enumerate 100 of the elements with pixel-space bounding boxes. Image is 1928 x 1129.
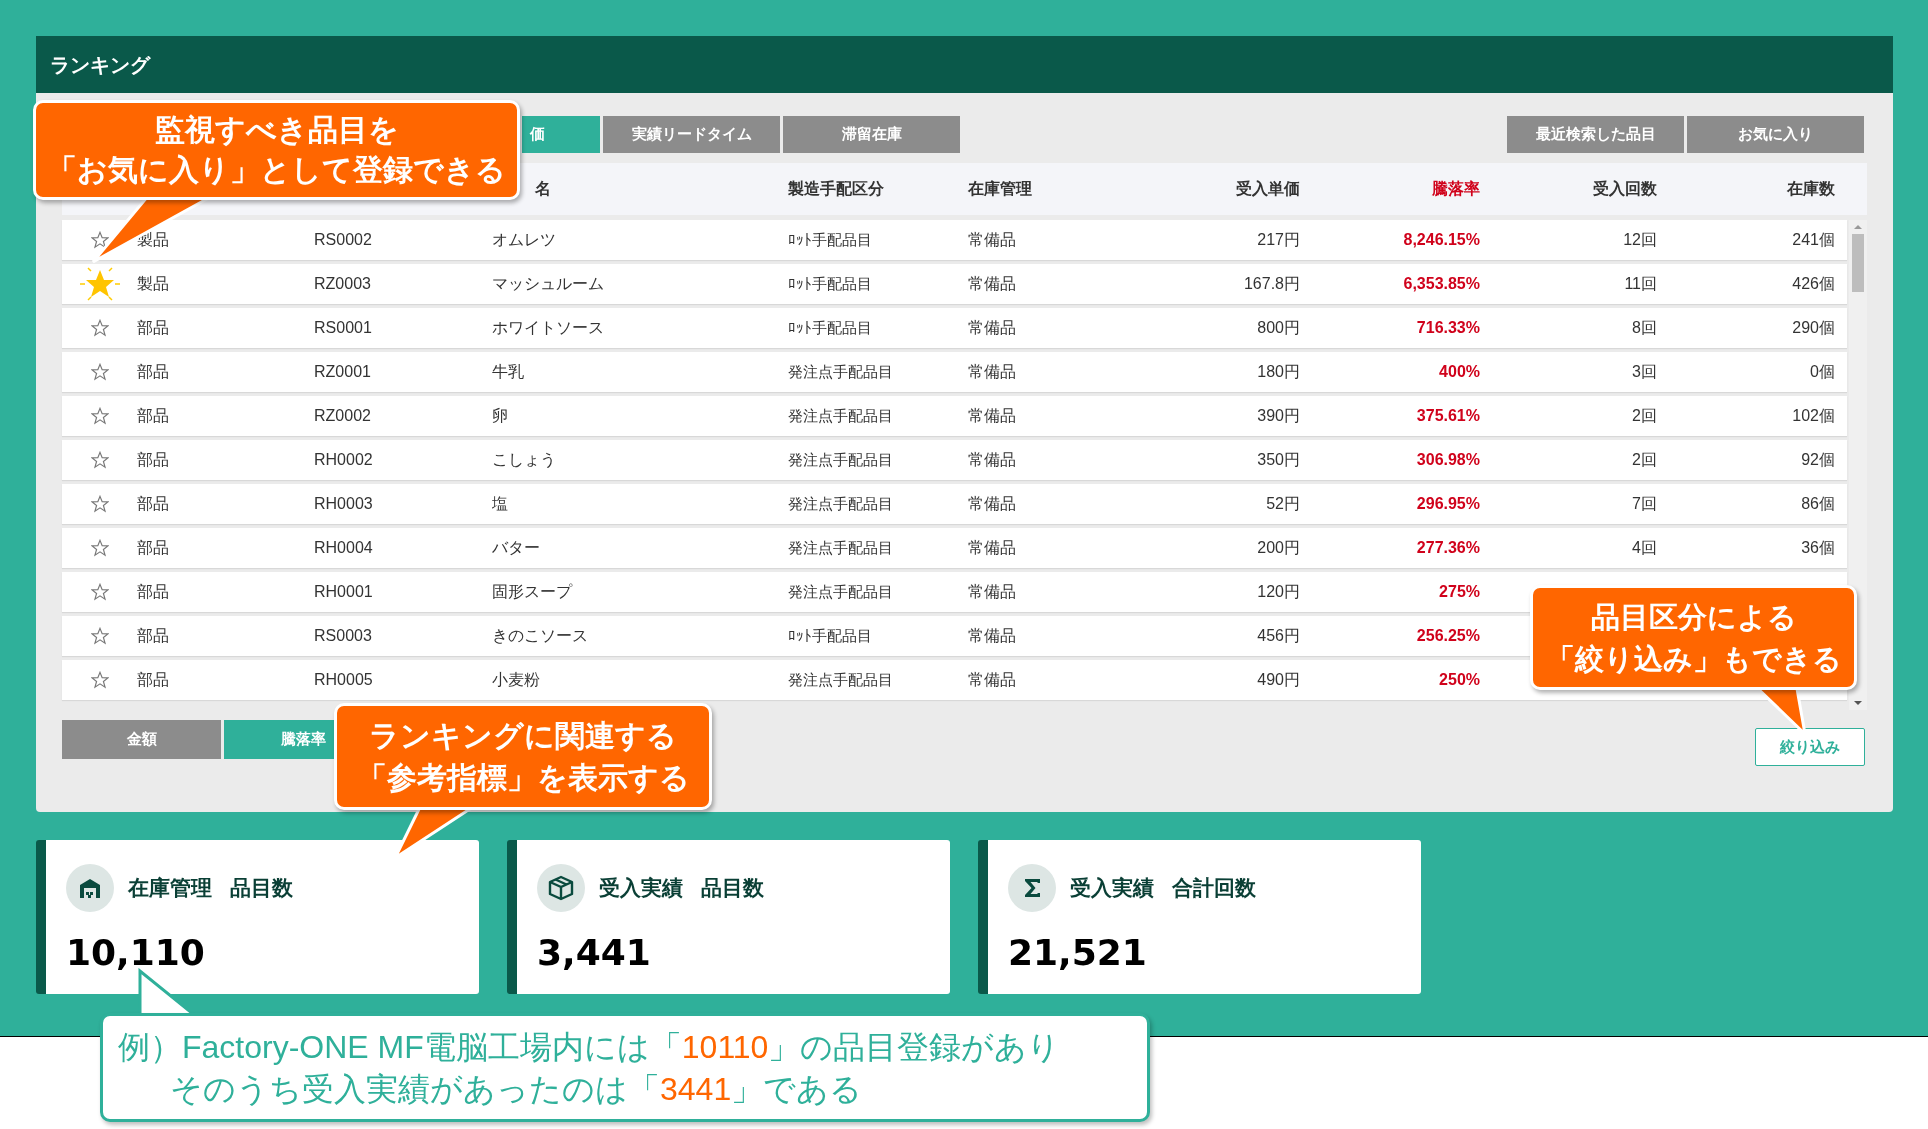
table-cell: 部品 [137,627,169,644]
table-cell: 11回 [1624,275,1657,292]
table-cell: 426個 [1792,275,1835,292]
table-cell: RH0005 [314,671,373,688]
table-cell: 241個 [1792,231,1835,248]
sigma-icon [1008,864,1056,912]
scrollbar-thumb[interactable] [1852,234,1864,292]
table-cell: RH0002 [314,451,373,468]
table-cell: 306.98% [1416,451,1480,468]
table-cell: 102個 [1792,407,1835,424]
table-cell: 0個 [1810,363,1835,380]
favorite-star-icon[interactable] [90,407,109,425]
table-cell: 2回 [1632,451,1657,468]
table-row[interactable]: 製品 RZ0003 マッシュルーム ﾛｯﾄ手配品目 常備品 167.8円 6,353.85% 11回 426個 [62,264,1847,304]
table-cell: 常備品 [968,583,1016,600]
table-cell: 716.33% [1416,319,1480,336]
column-header[interactable]: 受入回数 [1593,180,1657,197]
table-cell: 常備品 [968,671,1016,688]
table-cell: 8,246.15% [1403,231,1480,248]
table-row[interactable]: 部品 RS0001 ホワイトソース ﾛｯﾄ手配品目 常備品 800円 716.33% 8回 290個 [62,308,1847,348]
table-cell: 12回 [1623,231,1657,248]
table-cell: RZ0001 [314,363,371,380]
favorite-star-icon[interactable] [90,451,109,469]
table-cell: RZ0003 [314,275,371,292]
table-cell: 375.61% [1416,407,1480,424]
table-cell: 800円 [1257,319,1300,336]
table-cell: 2回 [1632,407,1657,424]
scroll-down-icon[interactable] [1853,698,1863,708]
table-cell: 217円 [1257,231,1300,248]
table-cell: 167.8円 [1243,275,1300,292]
table-cell: 常備品 [968,231,1016,248]
favorite-star-icon[interactable] [90,627,109,645]
table-cell: 常備品 [968,407,1016,424]
table-cell: 塩 [492,495,508,512]
card-title: 受入実績 [1070,875,1154,902]
table-row[interactable]: 部品 RH0004 バター 発注点手配品目 常備品 200円 277.36% 4回 36個 [62,528,1847,568]
table-cell: ﾛｯﾄ手配品目 [788,627,872,644]
table-cell: 発注点手配品目 [788,671,893,688]
table-row[interactable]: 部品 RH0003 塩 発注点手配品目 常備品 52円 296.95% 7回 86個 [62,484,1847,524]
column-header[interactable]: 在庫数 [1787,180,1835,197]
table-cell: 36個 [1801,539,1835,556]
table-cell: 250% [1439,671,1480,688]
table-cell: マッシュルーム [492,275,604,292]
table-cell: 490円 [1257,671,1300,688]
table-cell: オムレツ [492,231,556,248]
favorite-star-icon[interactable] [90,495,109,513]
table-cell: 常備品 [968,495,1016,512]
card-value: 10,110 [66,932,205,973]
column-header[interactable]: 製造手配区分 [788,180,884,197]
table-row[interactable]: 部品 RZ0001 牛乳 発注点手配品目 常備品 180円 400% 3回 0個 [62,352,1847,392]
favorite-star-icon[interactable] [90,231,109,249]
table-cell: 296.95% [1416,495,1480,512]
card-title: 在庫管理 [128,875,212,902]
table-cell: 290個 [1792,319,1835,336]
table-cell: RH0003 [314,495,373,512]
table-cell: 390円 [1257,407,1300,424]
column-header[interactable]: 名 [535,180,551,197]
card-subtitle: 品目数 [701,875,764,902]
table-cell: RS0001 [314,319,372,336]
table-cell: 発注点手配品目 [788,583,893,600]
favorite-star-icon[interactable] [90,363,109,381]
table-cell: 256.25% [1416,627,1480,644]
table-cell: 52円 [1266,495,1300,512]
table-cell: こしょう [492,451,556,468]
table-cell: ホワイトソース [492,319,604,336]
column-header[interactable]: 在庫管理 [968,180,1032,197]
panel-title: ランキング [50,52,150,78]
scroll-up-icon[interactable] [1853,222,1863,232]
table-cell: RS0002 [314,231,372,248]
table-cell: ﾛｯﾄ手配品目 [788,275,872,292]
table-cell: 275% [1439,583,1480,600]
table-cell: RH0001 [314,583,373,600]
table-cell: 180円 [1257,363,1300,380]
table-cell: 部品 [137,451,169,468]
scrollbar-track[interactable] [1849,220,1867,710]
table-cell: ﾛｯﾄ手配品目 [788,319,872,336]
favorite-star-icon[interactable] [90,583,109,601]
table-cell: RH0004 [314,539,373,556]
table-row[interactable]: 部品 RH0002 こしょう 発注点手配品目 常備品 350円 306.98% 2回 92個 [62,440,1847,480]
card-subtitle: 品目数 [230,875,293,902]
table-cell: 常備品 [968,275,1016,292]
table-cell: 卵 [492,407,508,424]
table-cell: 92個 [1801,451,1835,468]
column-header[interactable]: 受入単価 [1236,180,1300,197]
favorite-star-icon[interactable] [90,319,109,337]
favorite-star-icon[interactable] [90,671,109,689]
table-cell: 部品 [137,539,169,556]
table-cell: 発注点手配品目 [788,495,893,512]
favorite-star-icon[interactable] [90,539,109,557]
table-row[interactable]: 部品 RZ0002 卵 発注点手配品目 常備品 390円 375.61% 2回 102個 [62,396,1847,436]
table-cell: 常備品 [968,627,1016,644]
table-cell: 部品 [137,495,169,512]
card-subtitle: 合計回数 [1172,875,1256,902]
table-cell: 6,353.85% [1403,275,1480,292]
card-value: 3,441 [537,932,651,973]
table-cell: 400% [1439,363,1480,380]
table-cell: 発注点手配品目 [788,451,893,468]
table-cell: 常備品 [968,319,1016,336]
column-header[interactable]: 騰落率 [1432,180,1480,197]
table-cell: 部品 [137,363,169,380]
